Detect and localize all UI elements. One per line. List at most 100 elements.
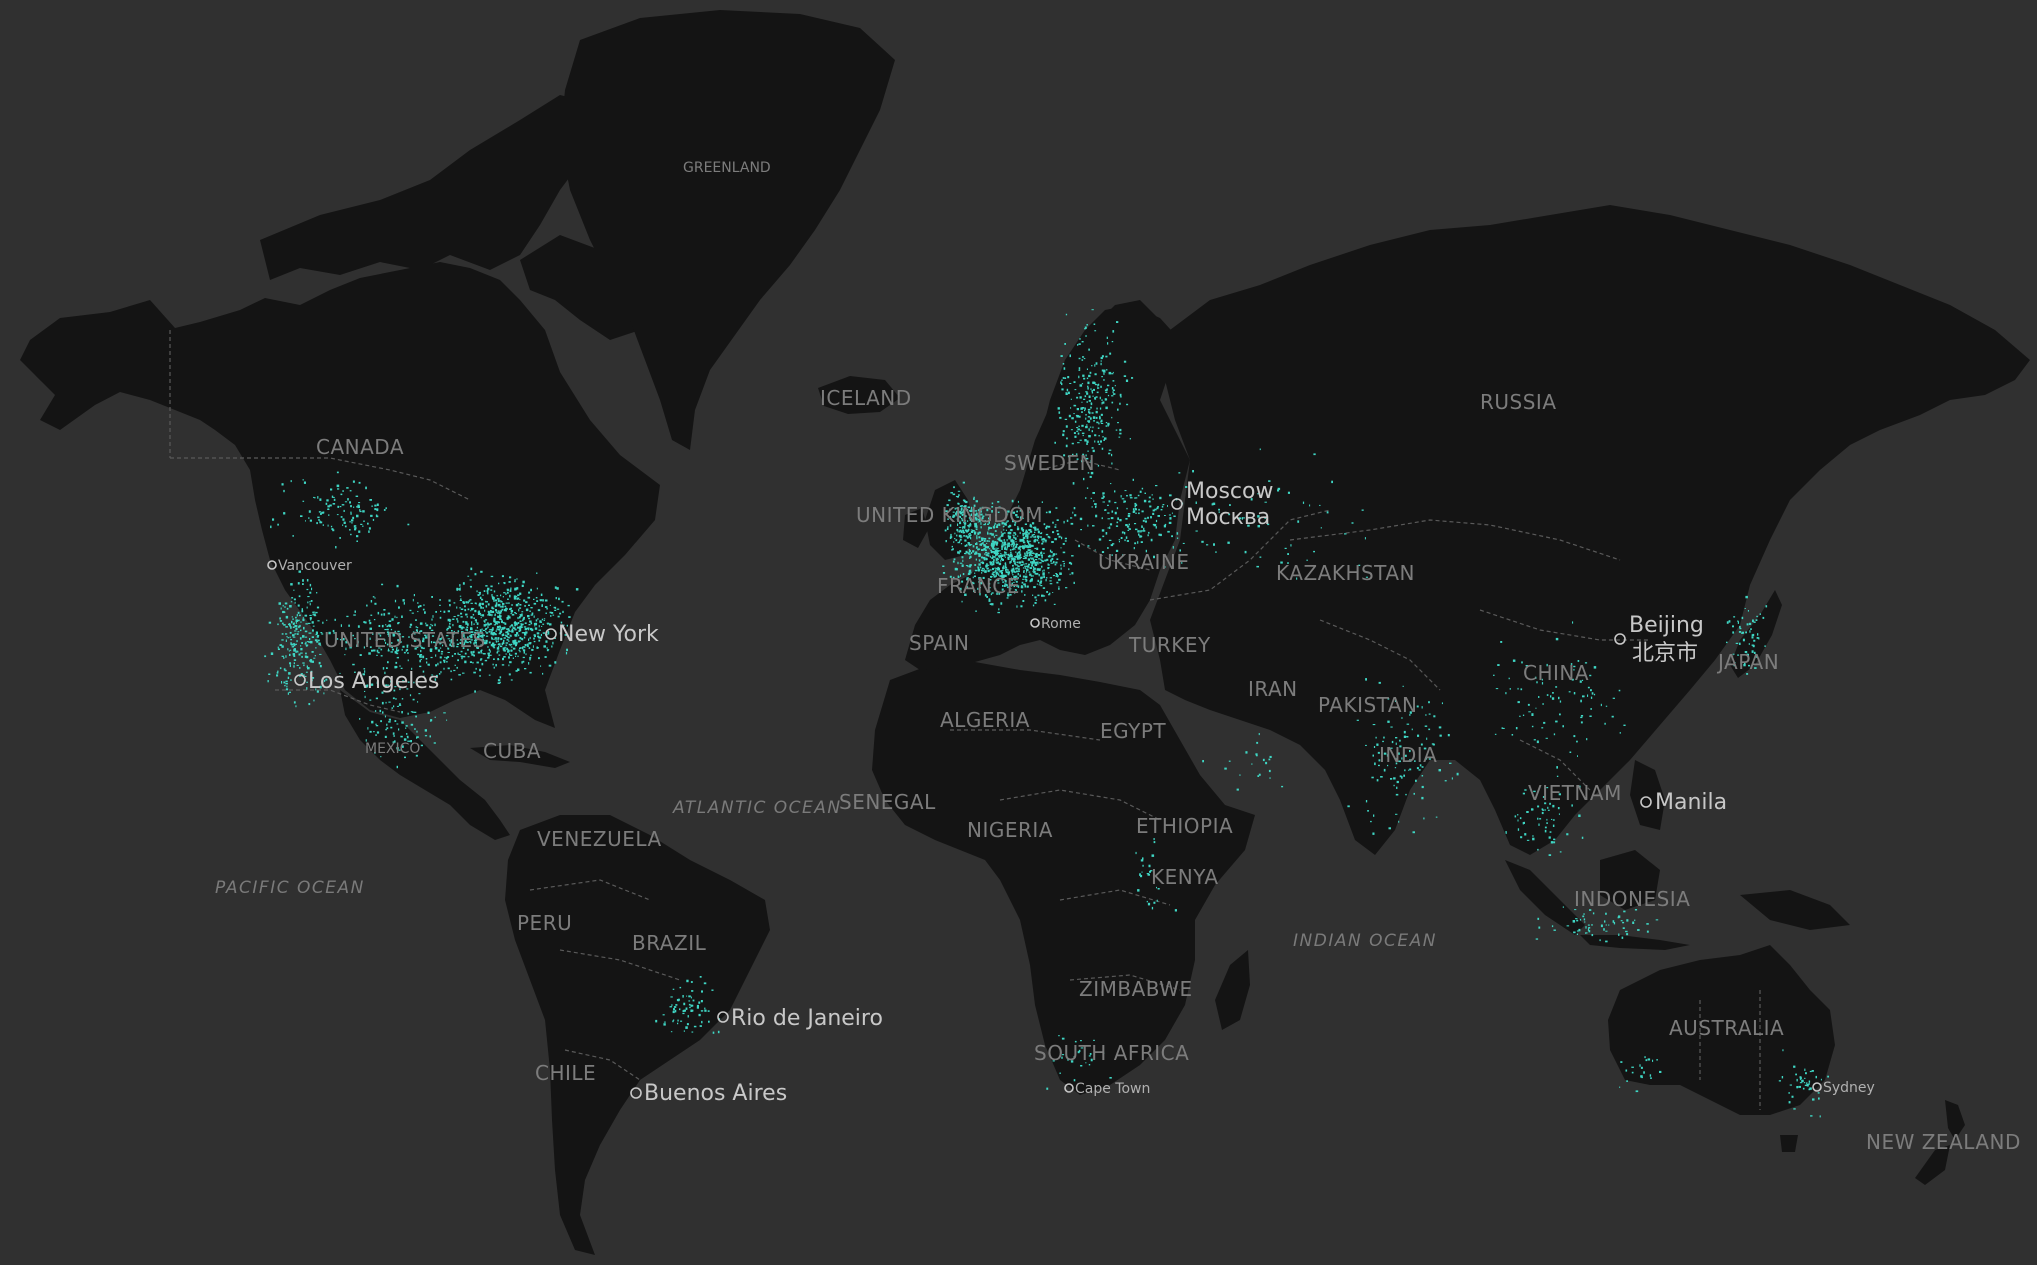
data-point: [1018, 561, 1021, 564]
data-point: [524, 622, 527, 624]
data-point: [1030, 561, 1032, 564]
data-point: [1153, 838, 1155, 841]
data-point: [545, 612, 547, 614]
data-point: [1592, 912, 1595, 915]
data-point: [317, 516, 320, 519]
data-point: [1612, 920, 1615, 923]
city-los-angeles[interactable]: Los Angeles: [294, 669, 439, 694]
data-point: [480, 617, 482, 619]
data-point: [1176, 537, 1179, 539]
data-point: [457, 614, 460, 617]
data-point: [966, 544, 968, 547]
data-point: [1395, 793, 1399, 796]
data-point: [1623, 724, 1626, 726]
data-point: [1605, 940, 1608, 943]
city-new-york[interactable]: New York: [545, 622, 659, 647]
data-point: [549, 623, 552, 626]
data-point: [1586, 932, 1588, 934]
data-point: [1080, 407, 1083, 410]
country-label-venezuela: VENEZUELA: [537, 827, 662, 851]
data-point: [385, 624, 387, 626]
data-point: [1094, 434, 1097, 437]
data-point: [1089, 371, 1092, 374]
data-point: [1011, 543, 1014, 546]
data-point: [1101, 402, 1103, 405]
data-point: [1055, 573, 1057, 574]
city-buenos-aires[interactable]: Buenos Aires: [630, 1081, 787, 1106]
data-point: [470, 616, 473, 619]
data-point: [314, 655, 316, 657]
data-point: [995, 561, 997, 563]
data-point: [313, 615, 317, 617]
data-point: [1750, 628, 1752, 630]
data-point: [1111, 395, 1114, 397]
data-point: [1227, 541, 1230, 544]
data-point: [1741, 632, 1744, 634]
map-canvas[interactable]: PACIFIC OCEAN ATLANTIC OCEAN INDIAN OCEA…: [0, 0, 2037, 1265]
data-point: [474, 609, 477, 613]
data-point: [1544, 809, 1546, 811]
data-point: [554, 661, 557, 664]
data-point: [1127, 514, 1131, 518]
data-point: [1059, 573, 1062, 575]
data-point: [1094, 373, 1097, 376]
data-point: [276, 671, 279, 674]
data-point: [1087, 381, 1090, 385]
data-point: [1014, 561, 1016, 564]
data-point: [1647, 1058, 1651, 1061]
data-point: [412, 598, 414, 602]
data-point: [491, 606, 494, 609]
data-point: [1034, 538, 1037, 541]
data-point: [1645, 1059, 1648, 1062]
city-marker-icon[interactable]: [630, 1087, 642, 1099]
data-point: [354, 528, 357, 531]
data-point: [1063, 520, 1065, 524]
data-point: [967, 552, 970, 555]
data-point: [374, 508, 377, 511]
data-point: [965, 550, 968, 553]
data-point: [508, 616, 511, 619]
data-point: [998, 571, 1001, 573]
data-point: [1036, 539, 1039, 542]
data-point: [497, 640, 499, 643]
data-point: [959, 538, 962, 541]
city-sydney[interactable]: Sydney: [1812, 1080, 1875, 1096]
data-point: [1043, 569, 1045, 572]
data-point: [458, 588, 461, 591]
data-point: [1062, 551, 1066, 554]
data-point: [496, 595, 499, 597]
city-vancouver[interactable]: Vancouver: [267, 558, 352, 574]
data-point: [985, 553, 987, 557]
data-point: [1605, 912, 1607, 915]
data-point: [277, 523, 279, 526]
data-point: [978, 540, 982, 542]
world-map[interactable]: PACIFIC OCEAN ATLANTIC OCEAN INDIAN OCEA…: [0, 0, 2037, 1265]
data-point: [283, 681, 286, 684]
data-point: [1532, 808, 1534, 811]
data-point: [1108, 449, 1112, 451]
data-point: [299, 637, 302, 640]
data-point: [986, 540, 989, 542]
country-label-sweden: SWEDEN: [1004, 451, 1095, 475]
data-point: [535, 622, 538, 625]
city-label-los-angeles: Los Angeles: [308, 669, 439, 694]
data-point: [499, 606, 503, 608]
data-point: [992, 550, 995, 553]
data-point: [1495, 688, 1499, 690]
data-point: [1809, 1070, 1812, 1073]
data-point: [1759, 613, 1761, 615]
data-point: [1076, 396, 1079, 399]
data-point: [1201, 540, 1204, 543]
data-point: [1036, 568, 1039, 571]
data-point: [453, 616, 456, 618]
data-point: [1393, 784, 1395, 787]
data-point: [1119, 402, 1121, 405]
data-point: [1394, 767, 1397, 769]
data-point: [1737, 620, 1739, 622]
data-point: [1088, 428, 1090, 431]
data-point: [352, 480, 355, 483]
city-moscow[interactable]: Moscow Москва: [1171, 479, 1273, 530]
city-cape-town[interactable]: Cape Town: [1064, 1081, 1150, 1097]
city-rio[interactable]: Rio de Janeiro: [717, 1006, 883, 1031]
data-point: [1133, 510, 1136, 513]
